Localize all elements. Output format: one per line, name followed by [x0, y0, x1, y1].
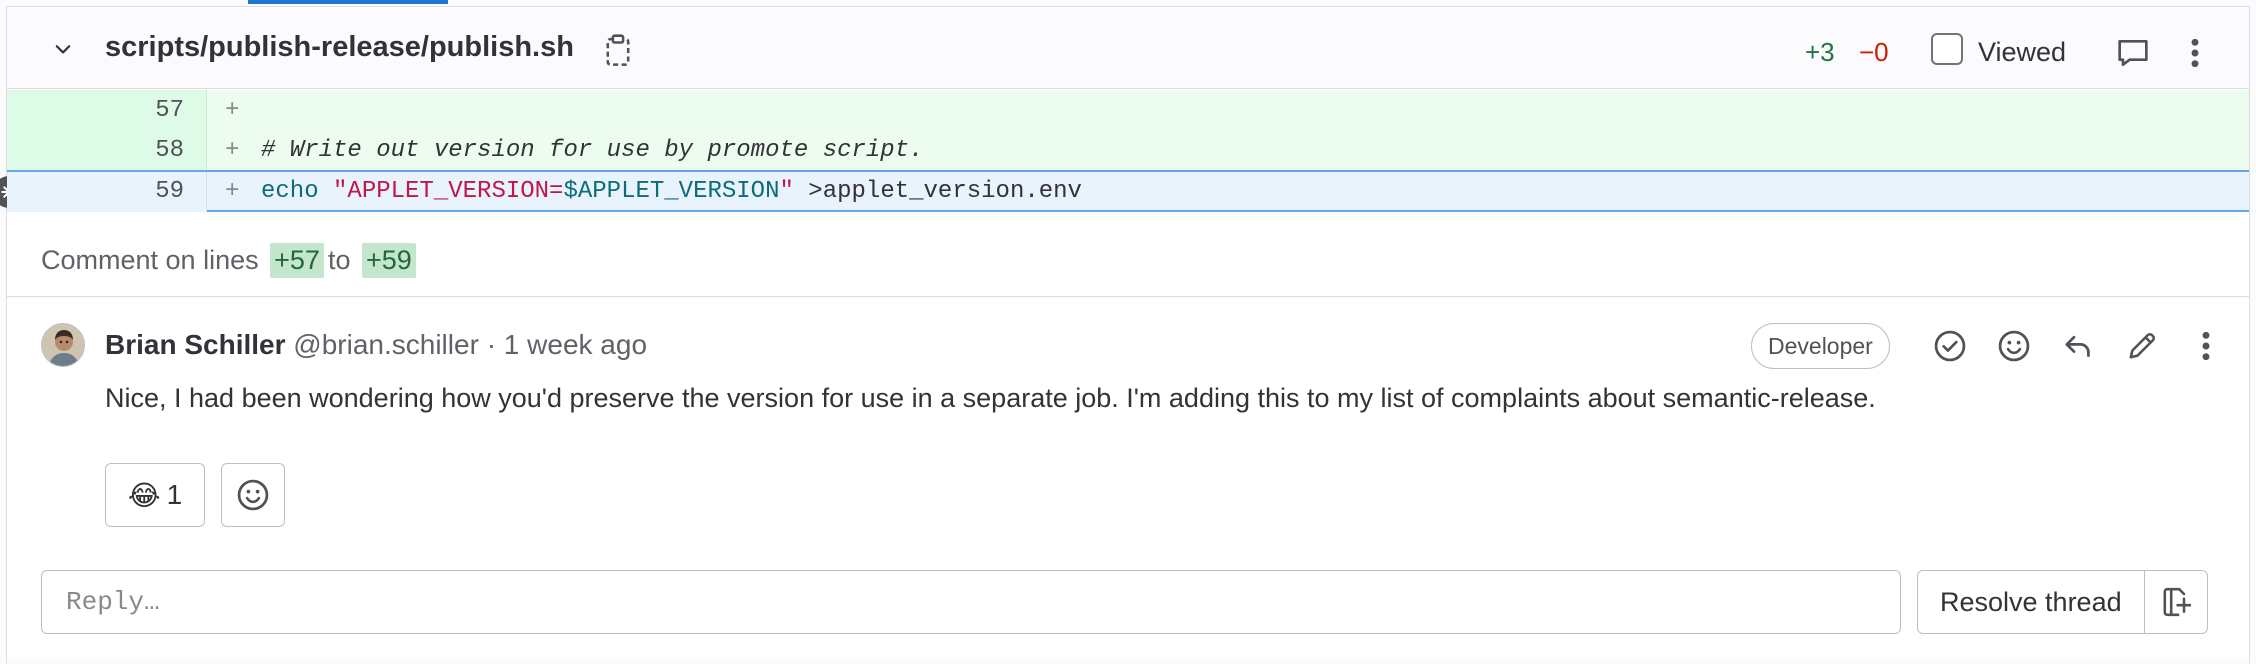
author-separator: · — [486, 329, 497, 360]
add-reaction-icon[interactable] — [1993, 325, 2035, 367]
diff-sign: + — [225, 137, 240, 164]
author-name[interactable]: Brian Schiller — [105, 329, 286, 360]
diff-line[interactable]: 57 + — [7, 90, 2249, 130]
comment-range-middle: to — [327, 245, 351, 275]
diff-lines: 57 + 58 + # Write out version for use by… — [0, 90, 2249, 212]
diff-file-card: scripts/publish-release/publish.sh +3 −0… — [0, 6, 2250, 664]
copy-to-clipboard-icon[interactable] — [601, 31, 635, 71]
line-number-gutter[interactable]: 57 — [7, 90, 207, 130]
code-comment: # Write out version for use by promote s… — [261, 137, 924, 164]
line-number: 57 — [155, 97, 184, 124]
chevron-down-icon[interactable] — [49, 35, 77, 63]
comment-line-range: Comment on lines +57 to +59 — [7, 215, 2249, 297]
discussion-note: Brian Schiller @brian.schiller · 1 week … — [7, 299, 2249, 549]
note-body: Nice, I had been wondering how you'd pre… — [105, 383, 1876, 413]
viewed-label[interactable]: Viewed — [1978, 37, 2066, 68]
code-string: " — [779, 178, 794, 205]
resolve-check-icon[interactable] — [1929, 325, 1971, 367]
comment-range-prefix: Comment on lines — [41, 245, 259, 275]
diff-line-selected[interactable]: 59 + echo "APPLET_VERSION=$APPLET_VERSIO… — [0, 170, 2249, 212]
bottom-strip — [7, 659, 2249, 664]
reply-icon[interactable] — [2057, 325, 2099, 367]
line-number: 59 — [155, 178, 184, 205]
resolve-thread-button[interactable]: Resolve thread — [1918, 571, 2145, 633]
diff-sign: + — [225, 97, 240, 124]
diff-sign: + — [225, 178, 240, 205]
diff-line[interactable]: 58 + # Write out version for use by prom… — [7, 130, 2249, 170]
code-keyword: echo — [261, 178, 334, 205]
code-string: "APPLET_VERSION= — [333, 178, 564, 205]
line-number-gutter[interactable]: 59 — [7, 172, 207, 212]
line-range-start: +57 — [270, 243, 324, 278]
viewed-checkbox[interactable] — [1931, 33, 1963, 65]
line-number: 58 — [155, 137, 184, 164]
line-range-end: +59 — [361, 243, 416, 278]
laughing-emoji-icon: 😂 — [127, 479, 161, 511]
ellipsis-v-icon[interactable] — [2183, 33, 2207, 73]
resolve-button-group: Resolve thread — [1917, 570, 2208, 634]
ellipsis-v-icon[interactable] — [2185, 325, 2227, 367]
file-path[interactable]: scripts/publish-release/publish.sh — [105, 31, 574, 64]
comment-icon[interactable] — [2113, 35, 2153, 71]
code-variable: $APPLET_VERSION — [563, 178, 780, 205]
role-badge: Developer — [1751, 323, 1890, 369]
author-handle[interactable]: @brian.schiller — [293, 329, 479, 360]
edit-pencil-icon[interactable] — [2121, 325, 2163, 367]
create-issue-to-resolve-icon[interactable] — [2145, 571, 2207, 633]
comment-line-range-text: Comment on lines +57 to +59 — [41, 243, 420, 278]
reply-input[interactable] — [41, 570, 1901, 634]
file-header: scripts/publish-release/publish.sh +3 −0… — [7, 7, 2249, 89]
line-number-gutter[interactable]: 58 — [7, 130, 207, 170]
note-author: Brian Schiller @brian.schiller · 1 week … — [105, 329, 647, 361]
avatar[interactable] — [41, 323, 85, 367]
code-rest: >applet_version.env — [793, 178, 1082, 205]
reply-row: Resolve thread — [7, 561, 2249, 664]
add-reaction-button[interactable] — [221, 463, 285, 527]
reaction-count: 1 — [166, 479, 183, 510]
code-text: echo "APPLET_VERSION=$APPLET_VERSION" >a… — [261, 178, 1082, 205]
deletions-count: −0 — [1859, 37, 1889, 67]
active-tab-indicator — [248, 0, 448, 4]
note-timestamp[interactable]: 1 week ago — [504, 329, 647, 360]
smiley-icon — [237, 479, 269, 511]
additions-count: +3 — [1805, 37, 1835, 67]
reaction-award-button[interactable]: 😂 1 — [105, 463, 205, 527]
